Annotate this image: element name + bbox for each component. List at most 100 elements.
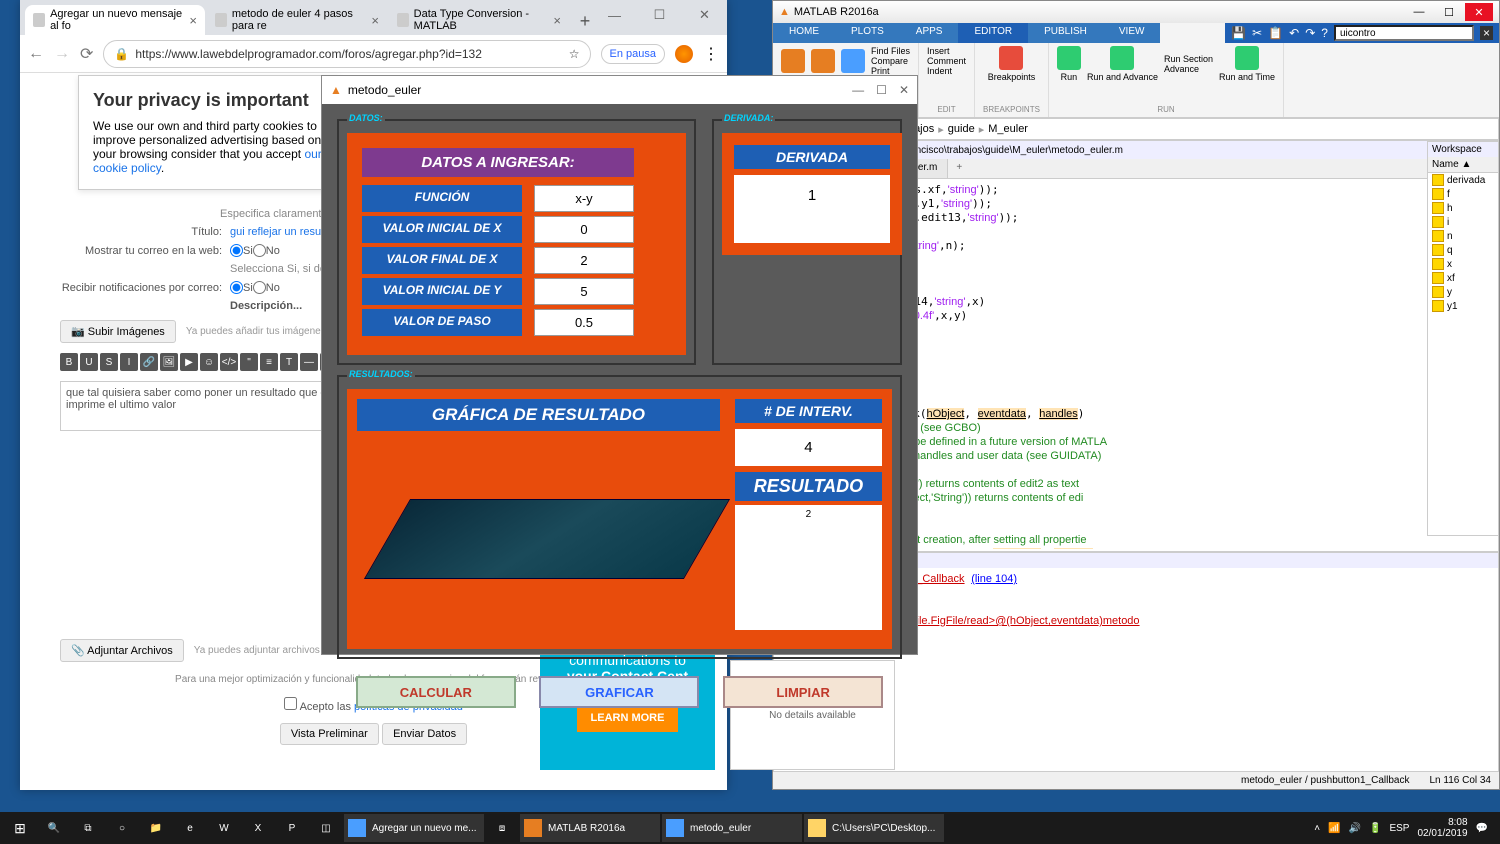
minimize-icon[interactable]: — — [1405, 3, 1433, 21]
ws-var[interactable]: derivada — [1428, 173, 1498, 187]
si-radio-2[interactable] — [230, 281, 243, 294]
search-clear-icon[interactable]: × — [1480, 26, 1493, 40]
browser-tab-1[interactable]: metodo de euler 4 pasos para re× — [207, 5, 387, 35]
crumb[interactable]: guide — [948, 123, 975, 135]
upload-images-button[interactable]: 📷 Subir Imágenes — [60, 320, 176, 343]
explorer-icon[interactable]: 📁 — [140, 814, 172, 842]
funcion-input[interactable]: x-y — [534, 185, 634, 212]
browser-tab-0[interactable]: Agregar un nuevo mensaje al fo× — [25, 5, 205, 35]
insert-button[interactable]: Insert — [927, 46, 966, 56]
open-button[interactable] — [811, 49, 835, 73]
editor-tab[interactable]: EDITOR — [958, 23, 1028, 43]
edge-icon[interactable]: e — [174, 814, 206, 842]
reload-icon[interactable]: ⟳ — [80, 44, 93, 64]
firefox-icon[interactable] — [675, 45, 693, 63]
notifications-icon[interactable]: 💬 — [1476, 823, 1488, 834]
tab-close-icon[interactable]: × — [189, 13, 197, 28]
help-icon[interactable]: ? — [1321, 26, 1328, 40]
plots-tab[interactable]: PLOTS — [835, 23, 900, 43]
task-view-icon[interactable]: ⧉ — [72, 814, 104, 842]
ws-var[interactable]: q — [1428, 243, 1498, 257]
save-button[interactable] — [841, 49, 865, 73]
clock-time[interactable]: 8:08 — [1417, 817, 1467, 828]
ws-var[interactable]: y1 — [1428, 299, 1498, 313]
taskbar-figure[interactable]: metodo_euler — [662, 814, 802, 842]
run-button[interactable]: Run — [1057, 46, 1081, 82]
workspace-header[interactable]: Name ▲ — [1428, 157, 1498, 173]
app-icon[interactable]: ◫ — [310, 814, 342, 842]
strike-icon[interactable]: S — [100, 353, 118, 371]
word-icon[interactable]: W — [208, 814, 240, 842]
publish-tab[interactable]: PUBLISH — [1028, 23, 1103, 43]
forward-icon[interactable]: → — [54, 45, 70, 63]
no-radio-2[interactable] — [253, 281, 266, 294]
menu-icon[interactable]: ⋮ — [703, 44, 719, 64]
browser-tab-2[interactable]: Data Type Conversion - MATLAB× — [389, 5, 569, 35]
minimize-icon[interactable]: — — [592, 0, 637, 30]
list-icon[interactable]: ≡ — [260, 353, 278, 371]
breakpoints-button[interactable]: Breakpoints — [983, 46, 1040, 82]
pause-badge[interactable]: En pausa — [601, 44, 665, 64]
close-icon[interactable]: ✕ — [899, 83, 909, 97]
tool-icon[interactable]: T — [280, 353, 298, 371]
dropbox-icon[interactable]: ⧈ — [486, 814, 518, 842]
close-icon[interactable]: ✕ — [682, 0, 727, 30]
add-file-tab[interactable]: + — [948, 159, 970, 178]
maximize-icon[interactable]: ☐ — [876, 83, 887, 97]
si-radio[interactable] — [230, 244, 243, 257]
attach-files-button[interactable]: 📎 Adjuntar Archivos — [60, 639, 184, 662]
tab-close-icon[interactable]: × — [371, 13, 379, 28]
compare-button[interactable]: Compare — [871, 56, 910, 66]
star-icon[interactable]: ☆ — [569, 47, 580, 61]
clock-date[interactable]: 02/01/2019 — [1417, 828, 1467, 839]
plot-axes[interactable] — [357, 439, 720, 639]
advance-button[interactable]: Advance — [1164, 64, 1213, 74]
close-icon[interactable]: ✕ — [1465, 3, 1493, 21]
taskbar-explorer[interactable]: C:\Users\PC\Desktop... — [804, 814, 944, 842]
emoji-icon[interactable]: ☺ — [200, 353, 218, 371]
doc-search-input[interactable] — [1334, 25, 1474, 41]
network-icon[interactable]: 📶 — [1328, 823, 1340, 834]
home-tab[interactable]: HOME — [773, 23, 835, 43]
tab-close-icon[interactable]: × — [553, 13, 561, 28]
comment-button[interactable]: Comment — [927, 56, 966, 66]
cut-icon[interactable]: ✂ — [1252, 26, 1262, 40]
paso-input[interactable]: 0.5 — [534, 309, 634, 336]
copy-icon[interactable]: 📋 — [1268, 26, 1283, 40]
battery-icon[interactable]: 🔋 — [1369, 823, 1381, 834]
accept-checkbox[interactable] — [284, 697, 297, 710]
graficar-button[interactable]: GRAFICAR — [539, 676, 699, 708]
volume-icon[interactable]: 🔊 — [1349, 823, 1361, 834]
undo-icon[interactable]: ↶ — [1289, 26, 1299, 40]
image-icon[interactable]: 🖼 — [160, 353, 178, 371]
excel-icon[interactable]: X — [242, 814, 274, 842]
taskbar-matlab[interactable]: MATLAB R2016a — [520, 814, 660, 842]
tray-up-icon[interactable]: ˄ — [1314, 823, 1320, 834]
language-indicator[interactable]: ESP — [1389, 823, 1409, 834]
ws-var[interactable]: y — [1428, 285, 1498, 299]
video-icon[interactable]: ▶ — [180, 353, 198, 371]
run-advance-button[interactable]: Run and Advance — [1087, 46, 1158, 82]
ws-var[interactable]: n — [1428, 229, 1498, 243]
italic-icon[interactable]: I — [120, 353, 138, 371]
xf-input[interactable]: 2 — [534, 247, 634, 274]
xi-input[interactable]: 0 — [534, 216, 634, 243]
cortana-icon[interactable]: ○ — [106, 814, 138, 842]
code-icon[interactable]: </> — [220, 353, 238, 371]
limpiar-button[interactable]: LIMPIAR — [723, 676, 883, 708]
search-icon[interactable]: 🔍 — [38, 814, 70, 842]
yi-input[interactable]: 5 — [534, 278, 634, 305]
run-section-button[interactable]: Run Section — [1164, 54, 1213, 64]
bold-icon[interactable]: B — [60, 353, 78, 371]
tool-icon[interactable]: — — [300, 353, 318, 371]
address-bar[interactable]: 🔒https://www.lawebdelprogramador.com/for… — [103, 40, 590, 68]
run-time-button[interactable]: Run and Time — [1219, 46, 1275, 82]
view-tab[interactable]: VIEW — [1103, 23, 1161, 43]
start-button[interactable]: ⊞ — [4, 814, 36, 842]
ws-var[interactable]: i — [1428, 215, 1498, 229]
maximize-icon[interactable]: ☐ — [637, 0, 682, 30]
ws-var[interactable]: x — [1428, 257, 1498, 271]
taskbar-chrome[interactable]: Agregar un nuevo me... — [344, 814, 484, 842]
underline-icon[interactable]: U — [80, 353, 98, 371]
ws-var[interactable]: xf — [1428, 271, 1498, 285]
